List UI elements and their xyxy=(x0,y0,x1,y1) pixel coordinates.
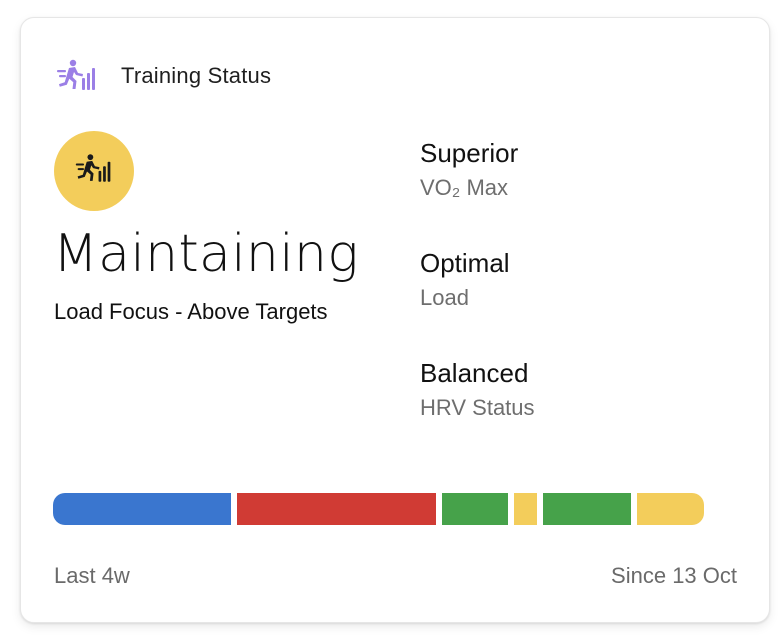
period-label: Last 4w xyxy=(54,563,130,588)
metric-load: Optimal Load xyxy=(420,248,740,358)
metric-value: Optimal xyxy=(420,248,510,278)
metric-label: Load xyxy=(420,285,469,311)
metric-value: Balanced xyxy=(420,358,529,388)
training-status-icon xyxy=(55,58,99,94)
metric-label: HRV Status xyxy=(420,395,535,421)
card-header: Training Status xyxy=(55,58,271,94)
status-history-segment xyxy=(442,493,509,525)
status-history-segment xyxy=(514,493,537,525)
metric-hrv-status: Balanced HRV Status xyxy=(420,358,740,468)
status-history-bar xyxy=(53,493,736,525)
status-history-segment xyxy=(237,493,437,525)
metric-vo2max: Superior VO₂ Max xyxy=(420,138,740,248)
status-history-segment xyxy=(542,493,631,525)
training-status-card[interactable]: Training Status Maintaining Load Focus -… xyxy=(20,17,770,623)
status-history-segment xyxy=(636,493,704,525)
training-status-value: Maintaining xyxy=(53,224,359,284)
metric-value: Superior xyxy=(420,138,519,168)
card-title: Training Status xyxy=(121,63,272,88)
metrics-list: Superior VO₂ Max Optimal Load Balanced H… xyxy=(420,138,740,468)
since-date-label: Since 13 Oct xyxy=(611,563,737,588)
status-history-segment xyxy=(53,493,232,525)
training-status-badge xyxy=(54,131,134,211)
training-status-icon xyxy=(74,152,114,191)
metric-label: VO₂ Max xyxy=(420,175,508,201)
training-status-detail: Load Focus - Above Targets xyxy=(54,299,328,324)
